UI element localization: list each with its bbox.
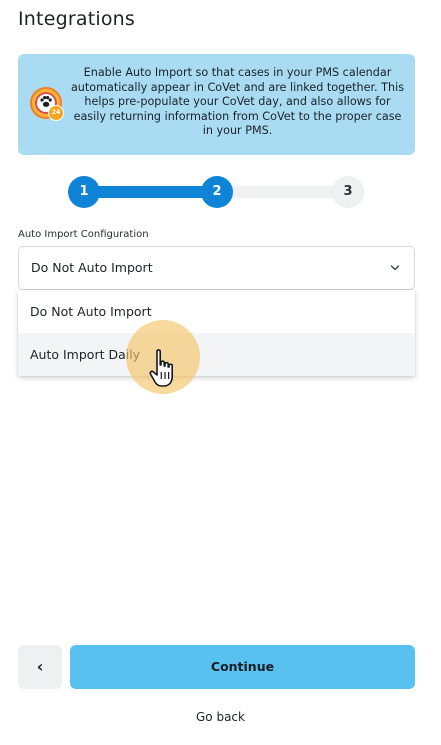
progress-stepper: 1 2 3	[68, 176, 364, 208]
logo-badge: 24	[48, 105, 64, 121]
go-back-link[interactable]: Go back	[0, 710, 441, 724]
step-2: 2	[201, 176, 233, 208]
chevron-down-icon	[390, 265, 400, 271]
option-do-not-auto-import[interactable]: Do Not Auto Import	[18, 290, 415, 333]
auto-import-selected-value: Do Not Auto Import	[31, 260, 153, 275]
option-auto-import-daily[interactable]: Auto Import Daily	[18, 333, 415, 376]
stepper-track-remaining	[218, 186, 350, 198]
back-button[interactable]: ‹	[18, 645, 62, 689]
auto-import-field-label: Auto Import Configuration	[18, 229, 149, 240]
hand-pointer-cursor-icon	[149, 349, 173, 387]
continue-button[interactable]: Continue	[70, 645, 415, 689]
covet-paw-logo-icon: 24	[30, 87, 64, 121]
auto-import-info-banner: 24 Enable Auto Import so that cases in y…	[18, 54, 415, 155]
auto-import-dropdown-menu: Do Not Auto Import Auto Import Daily	[18, 290, 415, 376]
step-1: 1	[68, 176, 100, 208]
step-3: 3	[332, 176, 364, 208]
page-title: Integrations	[18, 8, 135, 30]
info-banner-text: Enable Auto Import so that cases in your…	[70, 66, 405, 137]
chevron-left-icon: ‹	[36, 657, 44, 676]
auto-import-select[interactable]: Do Not Auto Import	[18, 246, 415, 290]
stepper-track-complete	[84, 186, 218, 198]
